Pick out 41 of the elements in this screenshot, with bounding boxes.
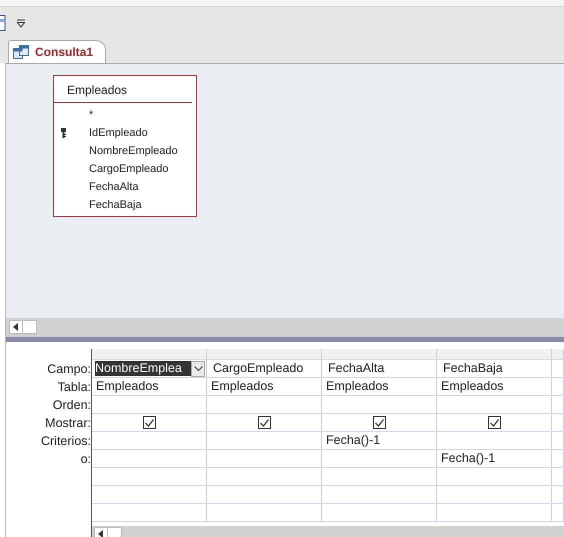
row-label: Criterios: (40, 433, 91, 450)
field-item[interactable]: FechaAlta (89, 181, 139, 193)
row-label: Campo: (46, 361, 91, 378)
criteria-cell[interactable]: Fecha()-1 (326, 432, 380, 449)
document-tab[interactable]: Consulta1 (8, 40, 106, 63)
criteria-cell[interactable]: Fecha()-1 (441, 450, 496, 467)
field-cell[interactable]: FechaBaja (443, 361, 539, 376)
caret-icon (194, 366, 202, 371)
show-checkbox[interactable] (372, 416, 386, 429)
field-item[interactable]: CargoEmpleado (89, 163, 168, 175)
query-icon (13, 45, 29, 59)
customize-toolbar-icon[interactable] (16, 18, 26, 28)
show-checkbox[interactable] (258, 416, 270, 429)
field-cell[interactable]: CargoEmpleado (213, 361, 309, 376)
field-item[interactable]: NombreEmpleado (89, 145, 178, 157)
table-cell[interactable]: Empleados (211, 378, 274, 395)
table-title: Empleados (54, 76, 192, 103)
table-cell[interactable]: Empleados (96, 378, 159, 395)
row-label: o: (80, 451, 91, 468)
dropdown-button[interactable] (191, 360, 205, 376)
view-icon[interactable] (0, 15, 6, 31)
row-label: Tabla: (56, 379, 91, 396)
left-arrow-icon (98, 530, 104, 537)
field-cell[interactable]: FechaAlta (328, 361, 424, 376)
scroll-left-button[interactable] (9, 320, 23, 334)
horizontal-scrollbar[interactable] (6, 318, 564, 336)
field-cell[interactable]: NombreEmplea (95, 361, 191, 376)
left-arrow-icon (13, 323, 19, 331)
scroll-left-button[interactable] (94, 526, 108, 537)
show-checkbox[interactable] (142, 416, 156, 429)
field-item[interactable]: * (89, 109, 94, 121)
table-cell[interactable]: Empleados (441, 378, 504, 395)
scroll-thumb[interactable] (108, 526, 122, 537)
field-item[interactable]: FechaBaja (89, 199, 142, 211)
scroll-thumb[interactable] (23, 320, 37, 334)
field-item[interactable]: IdEmpleado (89, 127, 148, 139)
row-label: Orden: (52, 397, 91, 414)
grid-scrollbar[interactable] (92, 526, 564, 537)
table-cell[interactable]: Empleados (326, 378, 389, 395)
show-checkbox[interactable] (488, 416, 500, 429)
row-label: Mostrar: (44, 415, 91, 432)
